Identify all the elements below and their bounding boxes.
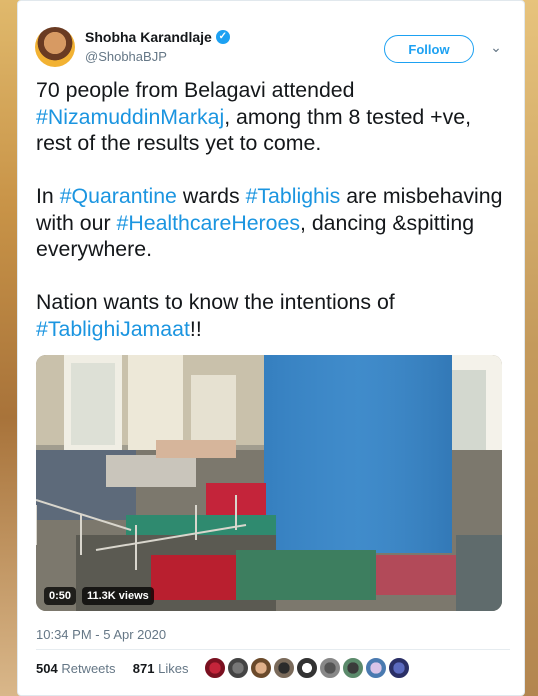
- likes-count[interactable]: 871: [133, 661, 155, 676]
- engagement-stats: 504 Retweets 871 Likes: [36, 661, 188, 676]
- divider: [36, 649, 510, 650]
- video-duration-badge: 0:50: [44, 587, 77, 605]
- hashtag-link[interactable]: #Quarantine: [60, 184, 177, 208]
- video-player[interactable]: 0:50 11.3K views: [36, 355, 502, 611]
- follow-button[interactable]: Follow: [384, 35, 474, 63]
- tweet-text-segment: !!: [189, 316, 202, 341]
- likes-label[interactable]: Likes: [158, 661, 188, 676]
- liker-avatar[interactable]: [365, 657, 387, 679]
- liker-avatar[interactable]: [227, 657, 249, 679]
- video-thumbnail: [36, 355, 502, 611]
- liker-avatar[interactable]: [204, 657, 226, 679]
- user-handle[interactable]: @ShobhaBJP: [85, 49, 167, 64]
- tweet-timestamp[interactable]: 10:34 PM - 5 Apr 2020: [36, 627, 166, 642]
- liker-avatar[interactable]: [319, 657, 341, 679]
- verified-badge-icon: ✓: [215, 30, 230, 44]
- retweets-label[interactable]: Retweets: [61, 661, 115, 676]
- name-row: Shobha Karandlaje ✓: [85, 29, 230, 45]
- tweet-text-segment: wards: [176, 184, 246, 208]
- tweet-header: Shobha Karandlaje ✓ @ShobhaBJP Follow ⌄: [35, 21, 510, 71]
- chevron-down-icon[interactable]: ⌄: [486, 37, 506, 57]
- liker-avatar[interactable]: [250, 657, 272, 679]
- avatar[interactable]: [35, 27, 75, 67]
- liker-avatar[interactable]: [388, 657, 410, 679]
- tweet-card: Shobha Karandlaje ✓ @ShobhaBJP Follow ⌄ …: [17, 0, 525, 696]
- tweet-text-segment: 70 people from Belagavi attended: [36, 78, 361, 102]
- tweet-text: 70 people from Belagavi attended #Nizamu…: [36, 77, 510, 342]
- display-name[interactable]: Shobha Karandlaje: [85, 29, 212, 45]
- liker-avatar[interactable]: [342, 657, 364, 679]
- retweets-count[interactable]: 504: [36, 661, 58, 676]
- hashtag-link[interactable]: #NizamuddinMarkaj: [36, 105, 224, 129]
- hashtag-link[interactable]: #Tablighis: [246, 184, 341, 208]
- hashtag-link[interactable]: #HealthcareHeroes: [117, 211, 301, 235]
- video-views-badge: 11.3K views: [82, 587, 154, 605]
- liker-avatar[interactable]: [296, 657, 318, 679]
- hashtag-link[interactable]: #TablighiJamaat: [36, 317, 190, 341]
- liker-avatar[interactable]: [273, 657, 295, 679]
